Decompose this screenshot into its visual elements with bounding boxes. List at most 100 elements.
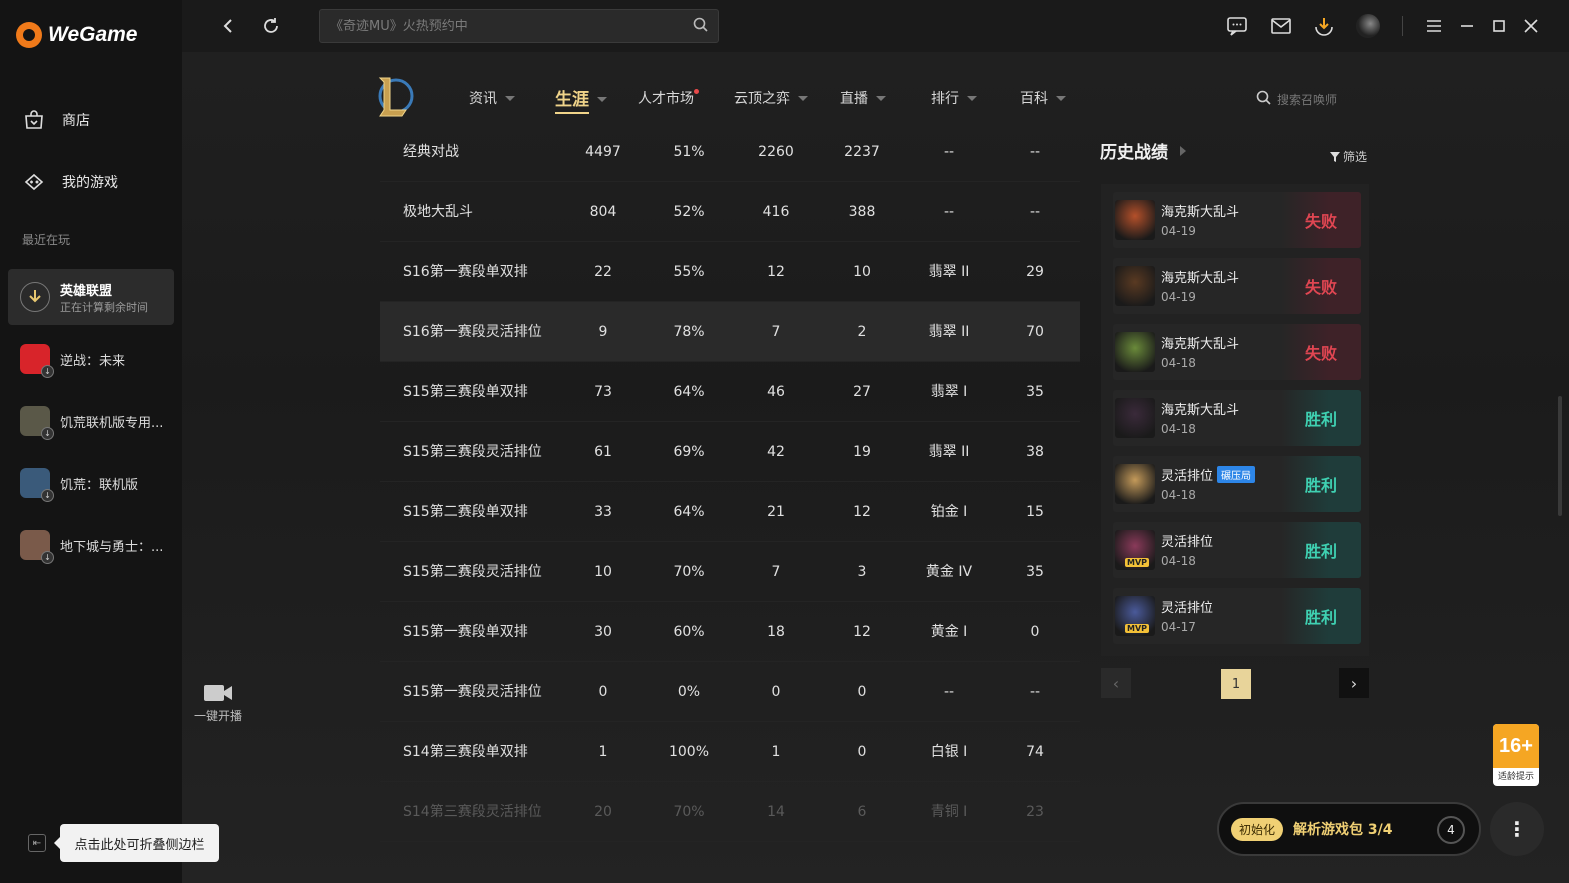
table-cell: 18	[767, 624, 785, 640]
tab-career[interactable]: 生涯	[555, 85, 607, 114]
prev-page-icon[interactable]: ‹	[1101, 668, 1131, 698]
mail-icon[interactable]	[1269, 14, 1293, 38]
minimize-icon[interactable]	[1455, 14, 1479, 38]
sidebar: WeGame 商店 我的游戏 最近在玩 英雄联盟 正在计算剩余时间 ↓ 逆战：未…	[0, 0, 182, 883]
sidebar-item-shop[interactable]: 商店	[22, 108, 90, 132]
match-item[interactable]: 海克斯大乱斗 04-19 失败	[1113, 258, 1361, 314]
download-manager-icon[interactable]	[1312, 14, 1336, 38]
next-page-icon[interactable]: ›	[1339, 668, 1369, 698]
close-icon[interactable]	[1519, 14, 1543, 38]
summoner-search[interactable]: 搜索召唤师	[1256, 90, 1337, 108]
chevron-down-icon	[798, 95, 808, 101]
table-cell: 22	[594, 264, 612, 280]
summoner-search-placeholder: 搜索召唤师	[1277, 92, 1338, 107]
match-date: 04-18	[1161, 422, 1196, 436]
match-item[interactable]: MVP 灵活排位 04-17 胜利	[1113, 588, 1361, 644]
table-row[interactable]: S15第一赛段单双排 30 60% 18 12 黄金 I 0	[380, 602, 1080, 662]
table-cell: 29	[1026, 264, 1044, 280]
maximize-icon[interactable]	[1487, 14, 1511, 38]
lol-game-icon	[20, 282, 50, 312]
table-row[interactable]: S15第二赛段单双排 33 64% 21 12 铂金 I 15	[380, 482, 1080, 542]
table-row[interactable]: 极地大乱斗 804 52% 416 388 -- --	[380, 182, 1080, 242]
table-cell: --	[1029, 144, 1041, 160]
shop-bag-icon	[22, 108, 46, 132]
table-row[interactable]: S15第三赛段单双排 73 64% 46 27 翡翠 I 35	[380, 362, 1080, 422]
match-result: 失败	[1281, 192, 1361, 248]
table-cell: 14	[767, 804, 785, 820]
match-history-list: 海克斯大乱斗 04-19 失败 海克斯大乱斗 04-19 失败 海克斯大乱斗 04-18 失败海…	[1101, 184, 1369, 656]
sidebar-item-label: 商店	[62, 113, 90, 129]
table-cell: 青铜 I	[930, 804, 968, 820]
match-item[interactable]: 海克斯大乱斗 04-19 失败	[1113, 192, 1361, 248]
table-row[interactable]: S15第一赛段灵活排位 0 0% 0 0 -- --	[380, 662, 1080, 722]
back-icon[interactable]	[216, 14, 240, 38]
table-cell: 10	[853, 264, 871, 280]
recent-game-lol[interactable]: 英雄联盟 正在计算剩余时间	[8, 269, 174, 325]
table-cell: 35	[1026, 384, 1044, 400]
table-row[interactable]: S14第三赛段灵活排位 20 70% 14 6 青铜 I 23	[380, 782, 1080, 842]
table-row[interactable]: S15第二赛段灵活排位 10 70% 7 3 黄金 IV 35	[380, 542, 1080, 602]
match-mode: 灵活排位	[1161, 535, 1214, 550]
recent-game-nizhan[interactable]: ↓ 逆战：未来	[8, 331, 174, 387]
table-row[interactable]: S16第一赛段灵活排位 9 78% 7 2 翡翠 II 70	[380, 302, 1080, 362]
table-row[interactable]: S14第三赛段单双排 1 100% 1 0 白银 I 74	[380, 722, 1080, 782]
tab-ranking[interactable]: 排行	[931, 88, 977, 108]
table-cell: 33	[594, 504, 612, 520]
table-cell: S15第二赛段灵活排位	[403, 564, 542, 580]
page-number[interactable]: 1	[1221, 669, 1251, 699]
more-options-icon[interactable]: ⋮	[1490, 802, 1544, 856]
sidebar-item-my-games[interactable]: 我的游戏	[22, 170, 118, 194]
global-search[interactable]	[319, 9, 719, 43]
lol-logo-icon[interactable]	[374, 74, 414, 118]
tab-news[interactable]: 资讯	[469, 88, 515, 108]
table-cell: --	[943, 144, 955, 160]
tab-live[interactable]: 直播	[840, 88, 886, 108]
avatar[interactable]	[1356, 14, 1380, 38]
menu-icon[interactable]	[1422, 14, 1446, 38]
game-name: 地下城与勇士：...	[60, 539, 164, 555]
tab-wiki[interactable]: 百科	[1020, 88, 1066, 108]
recent-game-dnf[interactable]: ↓ 地下城与勇士：...	[8, 517, 174, 573]
mvp-badge: MVP	[1125, 624, 1150, 633]
download-icon: ↓	[41, 551, 54, 564]
scrollbar[interactable]	[1558, 396, 1562, 516]
tab-talent-market[interactable]: 人才市场	[638, 88, 707, 108]
match-item[interactable]: 灵活排位 碾压局 04-18 胜利	[1113, 456, 1361, 512]
dst-game-icon: ↓	[20, 468, 54, 502]
match-item[interactable]: 海克斯大乱斗 04-18 胜利	[1113, 390, 1361, 446]
table-cell: 1	[598, 744, 608, 760]
table-cell: 0	[771, 684, 781, 700]
table-cell: 0	[857, 684, 867, 700]
match-item[interactable]: 海克斯大乱斗 04-18 失败	[1113, 324, 1361, 380]
refresh-icon[interactable]	[259, 14, 283, 38]
table-cell: 30	[594, 624, 612, 640]
table-row[interactable]: 经典对战 4497 51% 2260 2237 -- --	[380, 122, 1080, 182]
chevron-down-icon	[1056, 95, 1066, 101]
filter-button[interactable]: 筛选	[1330, 148, 1370, 165]
match-history-title[interactable]: 历史战绩	[1100, 138, 1186, 163]
wegame-logo[interactable]: WeGame	[16, 22, 138, 48]
table-cell: 74	[1026, 744, 1044, 760]
match-item[interactable]: MVP 灵活排位 04-18 胜利	[1113, 522, 1361, 578]
collapse-sidebar-icon[interactable]: ⇤	[28, 834, 46, 852]
table-row[interactable]: S15第三赛段灵活排位 61 69% 42 19 翡翠 II 38	[380, 422, 1080, 482]
wegame-logo-icon	[16, 22, 42, 48]
chevron-down-icon	[597, 97, 607, 102]
match-tag: 碾压局	[1217, 466, 1256, 483]
table-cell: 白银 I	[930, 744, 968, 760]
global-search-input[interactable]	[330, 18, 670, 34]
table-cell: 2260	[758, 144, 794, 160]
match-result: 胜利	[1281, 390, 1361, 446]
recent-game-dst-server[interactable]: ↓ 饥荒联机版专用...	[8, 393, 174, 449]
search-icon[interactable]	[693, 17, 708, 36]
one-click-stream[interactable]: 一键开播	[190, 682, 246, 724]
table-row[interactable]: S16第一赛段单双排 22 55% 12 10 翡翠 II 29	[380, 242, 1080, 302]
recent-game-dst[interactable]: ↓ 饥荒：联机版	[8, 455, 174, 511]
tab-tft[interactable]: 云顶之弈	[734, 88, 808, 108]
table-cell: 416	[762, 204, 790, 220]
table-cell: 51%	[673, 144, 705, 160]
dst-server-game-icon: ↓	[20, 406, 54, 440]
chat-icon[interactable]	[1225, 14, 1249, 38]
download-progress-bar[interactable]: 初始化 解析游戏包 3/4 4	[1217, 802, 1481, 856]
table-cell: 12	[767, 264, 785, 280]
